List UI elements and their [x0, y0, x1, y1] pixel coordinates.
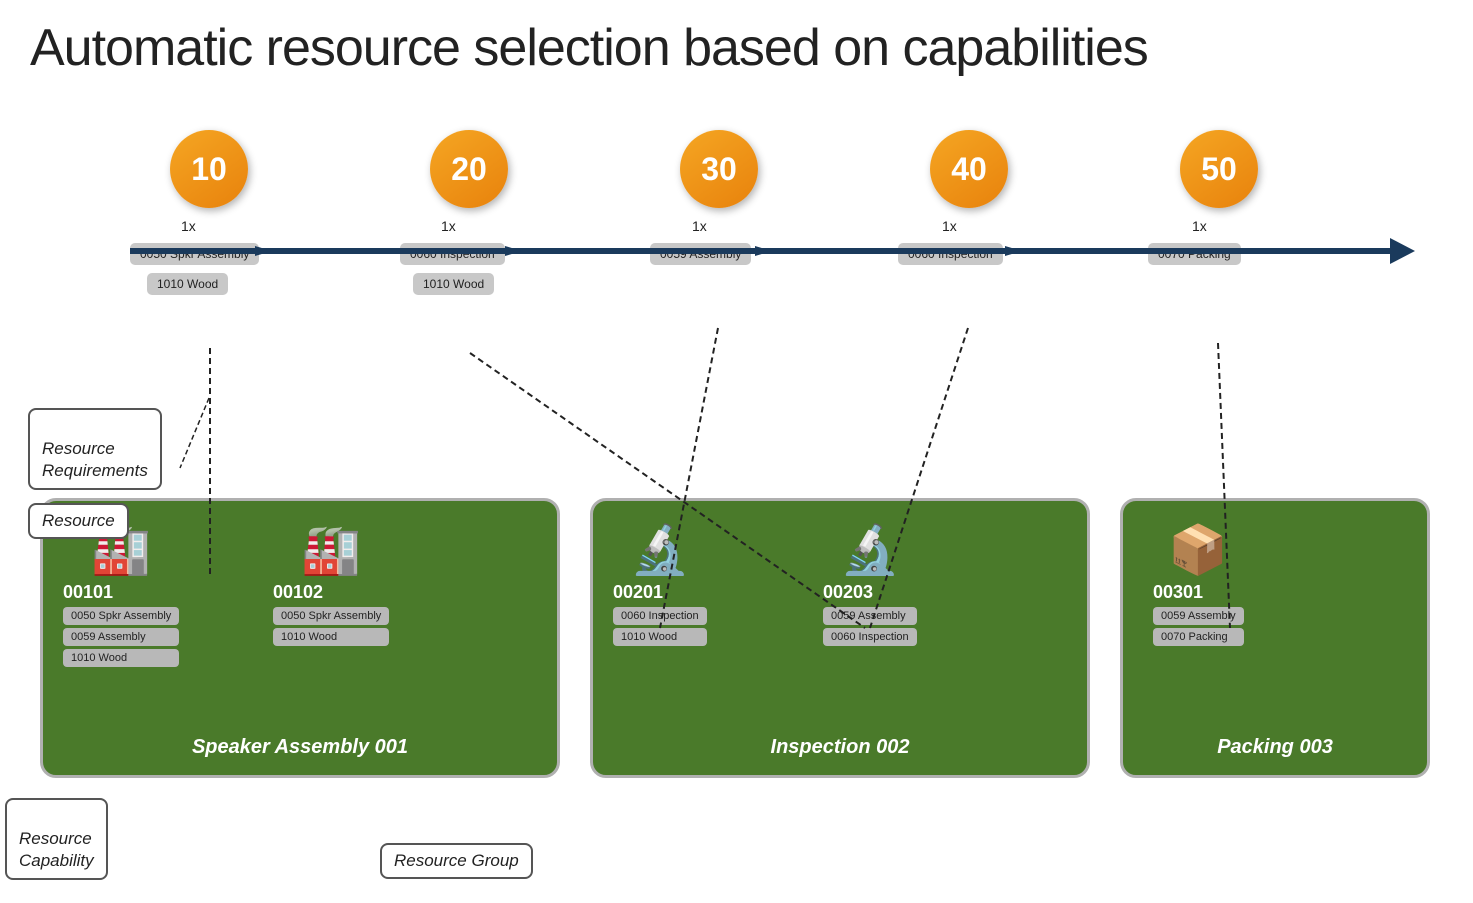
res-cap-00301-1: 0059 Assembly [1153, 607, 1244, 625]
step-40-circle: 40 [930, 130, 1008, 208]
res-cap-00201-2: 1010 Wood [613, 628, 707, 646]
res-cap-00102-1: 0050 Spkr Assembly [273, 607, 389, 625]
step-30-qty: 1x [692, 218, 707, 234]
resource-00102: 🏭 00102 0050 Spkr Assembly 1010 Wood [273, 521, 389, 649]
resource-id-00203: 00203 [823, 582, 917, 603]
res-cap-00203-2: 0060 Inspection [823, 628, 917, 646]
resource-00201: 🔬 00201 0060 Inspection 1010 Wood [613, 521, 707, 649]
step-10-cap2: 1010 Wood [147, 273, 228, 295]
step-40-cap1: 0060 Inspection [898, 243, 1003, 265]
res-cap-00203-1: 0059 Assembly [823, 607, 917, 625]
resource-id-00102: 00102 [273, 582, 389, 603]
resource-00101: 🏭 00101 0050 Spkr Assembly 0059 Assembly… [63, 521, 179, 670]
res-cap-00301-2: 0070 Packing [1153, 628, 1244, 646]
step-10-circle: 10 [170, 130, 248, 208]
callout-resource-capability: Resource Capability [5, 798, 108, 880]
step-20-cap2: 1010 Wood [413, 273, 494, 295]
worker-icon-00203: 🔬 [823, 521, 917, 578]
step-10-qty: 1x [181, 218, 196, 234]
worker-icon-00201: 🔬 [613, 521, 707, 578]
step-30-circle: 30 [680, 130, 758, 208]
step-40-qty: 1x [942, 218, 957, 234]
res-cap-00101-1: 0050 Spkr Assembly [63, 607, 179, 625]
resource-id-00201: 00201 [613, 582, 707, 603]
resource-00301: 📦 00301 0059 Assembly 0070 Packing [1153, 521, 1244, 649]
resource-00203: 🔬 00203 0059 Assembly 0060 Inspection [823, 521, 917, 649]
res-cap-00101-3: 1010 Wood [63, 649, 179, 667]
resource-group-3: 📦 00301 0059 Assembly 0070 Packing Packi… [1120, 498, 1430, 778]
rg2-title: Inspection 002 [593, 736, 1087, 759]
callout-resource-requirements: Resource Requirements [28, 408, 162, 490]
resource-group-2: 🔬 00201 0060 Inspection 1010 Wood 🔬 0020… [590, 498, 1090, 778]
page-title: Automatic resource selection based on ca… [0, 0, 1473, 88]
resource-id-00101: 00101 [63, 582, 179, 603]
step-20-cap1: 0060 Inspection [400, 243, 505, 265]
res-cap-00101-2: 0059 Assembly [63, 628, 179, 646]
step-50-circle: 50 [1180, 130, 1258, 208]
resource-id-00301: 00301 [1153, 582, 1244, 603]
resource-group-1: 🏭 00101 0050 Spkr Assembly 0059 Assembly… [40, 498, 560, 778]
callout-resource: Resource [28, 503, 129, 539]
worker-icon-00301: 📦 [1153, 521, 1244, 578]
rg1-title: Speaker Assembly 001 [43, 736, 557, 759]
step-10-cap1: 0050 Spkr Assembly [130, 243, 259, 265]
step-50-qty: 1x [1192, 218, 1207, 234]
res-cap-00201-1: 0060 Inspection [613, 607, 707, 625]
step-30-cap1: 0059 Assembly [650, 243, 751, 265]
res-cap-00102-2: 1010 Wood [273, 628, 389, 646]
worker-icon-00102: 🏭 [273, 521, 389, 578]
step-20-circle: 20 [430, 130, 508, 208]
step-50-cap1: 0070 Packing [1148, 243, 1241, 265]
rg3-title: Packing 003 [1123, 736, 1427, 759]
step-20-qty: 1x [441, 218, 456, 234]
callout-resource-group: Resource Group [380, 843, 533, 879]
